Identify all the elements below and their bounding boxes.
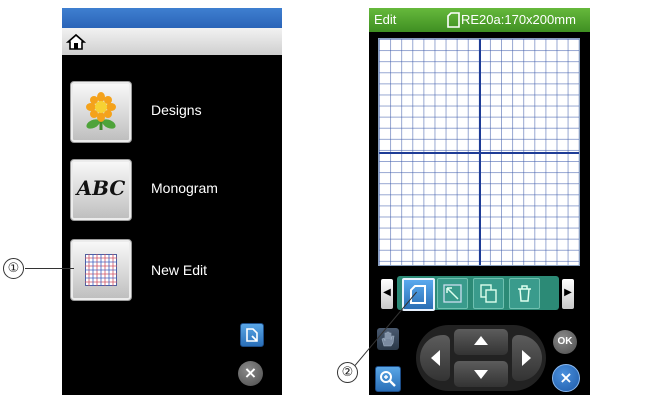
designs-label: Designs — [151, 102, 202, 118]
monogram-label: Monogram — [151, 180, 218, 196]
mode-label: Edit — [374, 12, 397, 27]
delete-icon — [515, 284, 534, 308]
right-screen: Edit RE20a:170x200mm ◀ ▶ OK × — [369, 8, 590, 395]
grid-center-horizontal — [379, 152, 579, 154]
layout-icon — [443, 284, 462, 308]
zoom-button[interactable] — [375, 366, 401, 392]
close-button[interactable]: × — [238, 361, 263, 386]
ok-button[interactable]: OK — [553, 330, 577, 354]
close-icon: × — [243, 363, 258, 382]
close-button[interactable]: × — [552, 364, 580, 392]
abc-monogram-icon: ABC — [76, 176, 126, 200]
dpad-up-button[interactable] — [454, 329, 508, 355]
zoom-icon — [379, 370, 397, 393]
layout-button[interactable] — [437, 278, 468, 309]
arrow-down-icon — [474, 370, 488, 379]
copy-icon — [479, 284, 498, 308]
edit-mode-icon — [244, 327, 260, 348]
hoop-icon — [447, 12, 460, 33]
monogram-button[interactable]: ABC — [70, 159, 132, 221]
ok-label: OK — [557, 336, 573, 347]
sunflower-icon — [83, 92, 119, 137]
arrow-up-icon — [474, 336, 488, 345]
new-edit-label: New Edit — [151, 262, 208, 278]
hoop-select-button[interactable] — [402, 278, 435, 311]
new-edit-button[interactable] — [70, 239, 132, 301]
arrow-right-icon — [522, 350, 531, 366]
toolbar-scroll-right[interactable]: ▶ — [562, 279, 574, 309]
callout-1-leader — [25, 268, 74, 270]
chevron-right-icon: ▶ — [564, 287, 572, 298]
grid-edit-icon — [85, 254, 117, 291]
chevron-left-icon: ◀ — [383, 287, 391, 298]
design-grid[interactable] — [378, 38, 580, 266]
edit-mode-button[interactable] — [240, 323, 264, 347]
left-screen: Designs ABC Monogram New Edit × — [62, 8, 282, 395]
title-bar — [62, 8, 282, 28]
home-icon[interactable] — [65, 32, 87, 52]
hoop-label: RE20a:170x200mm — [461, 12, 576, 27]
dpad-down-button[interactable] — [454, 361, 508, 387]
arrow-left-icon — [431, 350, 440, 366]
delete-button[interactable] — [509, 278, 540, 309]
dpad — [416, 325, 546, 391]
designs-button[interactable] — [70, 81, 132, 143]
callout-1: ① — [3, 258, 24, 279]
copy-button[interactable] — [473, 278, 504, 309]
edit-title-bar: Edit RE20a:170x200mm — [369, 8, 590, 32]
close-icon: × — [559, 368, 573, 387]
toolbar-scroll-left[interactable]: ◀ — [381, 279, 393, 309]
hand-button[interactable] — [377, 328, 399, 350]
home-bar — [62, 28, 282, 55]
